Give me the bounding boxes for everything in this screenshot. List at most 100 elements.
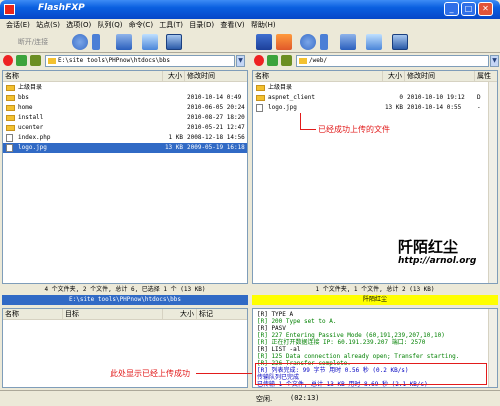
column-name[interactable]: 名称 bbox=[253, 71, 383, 81]
brand-url: http://arnol.org bbox=[398, 256, 477, 266]
close-button[interactable]: ✕ bbox=[478, 2, 493, 16]
remote-favorites-heart-icon[interactable] bbox=[254, 55, 264, 66]
up-directory-row[interactable]: 上级目录 bbox=[3, 83, 247, 93]
file-row[interactable]: bbs 2010-10-14 0:49 bbox=[3, 93, 247, 103]
column-modified[interactable]: 修改时间 bbox=[405, 71, 475, 81]
file-row[interactable]: home 2010-06-05 20:24 bbox=[3, 103, 247, 113]
file-name: home bbox=[18, 104, 33, 111]
maximize-button[interactable]: □ bbox=[461, 2, 476, 16]
remote-monitor-icon[interactable] bbox=[392, 34, 408, 50]
favorites-heart-icon[interactable] bbox=[3, 55, 13, 66]
file-row[interactable]: index.php 1 KB 2008-12-18 14:56 bbox=[3, 133, 247, 143]
file-date: 2009-05-19 16:18 bbox=[187, 144, 245, 151]
local-path-status: E:\site tools\PHPnow\htdocs\bbs bbox=[2, 295, 248, 305]
brand-watermark: 阡陌红尘 bbox=[398, 238, 459, 256]
status-bar: 空闲. (02:13) bbox=[0, 390, 500, 406]
remote-up-directory-row[interactable]: 上级目录 bbox=[253, 83, 497, 93]
remote-site-name: 阡陌红尘 bbox=[252, 295, 498, 305]
window-title: FlashFXP bbox=[38, 3, 85, 13]
monitor-icon[interactable] bbox=[166, 34, 182, 50]
column-attributes[interactable]: 属性 bbox=[475, 71, 497, 81]
uploaded-annotation: 已经成功上传的文件 bbox=[318, 125, 390, 134]
file-row[interactable]: logo.jpg 13 KB 2009-05-19 16:18 bbox=[3, 143, 247, 153]
column-size[interactable]: 大小 bbox=[383, 71, 405, 81]
minimize-button[interactable]: _ bbox=[444, 2, 459, 16]
menu-help[interactable]: 帮助(H) bbox=[249, 19, 278, 31]
app-icon bbox=[4, 4, 15, 15]
folder-icon bbox=[6, 105, 15, 111]
log-panel: [R] TYPE A [R] 200 Type set to A. [R] PASV… bbox=[252, 308, 498, 388]
menu-tools[interactable]: 工具(T) bbox=[157, 19, 185, 31]
menu-view[interactable]: 查看(V) bbox=[218, 19, 246, 31]
column-modified[interactable]: 修改时间 bbox=[185, 71, 247, 81]
file-row[interactable]: install 2010-08-27 18:20 bbox=[3, 113, 247, 123]
queue-column-target[interactable]: 目标 bbox=[63, 309, 163, 319]
menu-commands[interactable]: 命令(C) bbox=[127, 19, 155, 31]
compare-icon[interactable] bbox=[366, 34, 382, 50]
menu-queue[interactable]: 队列(Q) bbox=[95, 19, 124, 31]
queue-column-flag[interactable]: 标记 bbox=[197, 309, 247, 319]
queue-column-name[interactable]: 名称 bbox=[3, 309, 63, 319]
disconnect-icon[interactable] bbox=[72, 34, 88, 50]
annotation-arrow bbox=[196, 373, 252, 374]
log-line: [R] 227 Entering Passive Mode (60,191,23… bbox=[257, 332, 445, 339]
file-icon bbox=[6, 144, 13, 152]
local-status: 4 个文件夹, 2 个文件, 总计 6, 已选择 1 个 (13 KB) bbox=[2, 285, 248, 295]
menu-options[interactable]: 选项(O) bbox=[64, 19, 93, 31]
right-path-dropdown[interactable]: ▼ bbox=[490, 55, 499, 67]
status-idle: 空闲. bbox=[256, 395, 273, 403]
refresh-remote-icon[interactable] bbox=[320, 34, 328, 50]
queue-column-size[interactable]: 大小 bbox=[163, 309, 197, 319]
column-size[interactable]: 大小 bbox=[163, 71, 185, 81]
connect-button[interactable]: 断开/连接 bbox=[10, 35, 56, 49]
file-name: aspnet_client bbox=[268, 94, 315, 101]
quick-connect-icon[interactable] bbox=[276, 34, 292, 50]
sync-icon[interactable] bbox=[142, 34, 158, 50]
file-date: 2010-06-05 20:24 bbox=[187, 104, 245, 111]
log-line: [R] 200 Type set to A. bbox=[257, 318, 337, 325]
log-scrollbar[interactable] bbox=[488, 309, 497, 387]
up-folder-icon bbox=[6, 85, 15, 91]
remote-scrollbar[interactable] bbox=[488, 82, 497, 283]
abort-icon[interactable] bbox=[300, 34, 316, 50]
remote-parent-dir-icon[interactable] bbox=[267, 55, 278, 66]
refresh-icon[interactable] bbox=[92, 34, 100, 50]
file-size: 13 KB bbox=[164, 144, 183, 151]
file-row[interactable]: aspnet_client 0 2010-10-10 19:12 D bbox=[253, 93, 497, 103]
log-annotation: 此处显示已经上传成功 bbox=[110, 369, 190, 378]
remote-status: 1 个文件夹, 1 个文件, 总计 2 (13 KB) bbox=[252, 285, 498, 295]
file-size: 13 KB bbox=[384, 104, 403, 111]
file-name: bbs bbox=[18, 94, 29, 101]
status-timer: (02:13) bbox=[290, 394, 320, 402]
file-date: 2008-12-18 14:56 bbox=[187, 134, 245, 141]
queue-header: 名称 目标 大小 标记 bbox=[3, 309, 247, 320]
right-path-input[interactable]: /web/ bbox=[296, 55, 489, 67]
remote-list-header: 名称 大小 修改时间 属性 bbox=[253, 71, 497, 82]
log-line: [R] PASV bbox=[257, 325, 286, 332]
title-bar: FlashFXP _ □ ✕ bbox=[0, 0, 500, 19]
toolbar: 断开/连接 bbox=[0, 31, 500, 53]
folder-icon bbox=[48, 58, 56, 64]
log-line: [R] 125 Data connection already open; Tr… bbox=[257, 353, 460, 360]
parent-dir-icon[interactable] bbox=[16, 55, 27, 66]
transfer-remote-icon[interactable] bbox=[340, 34, 356, 50]
folder-icon bbox=[6, 95, 15, 101]
file-attr: D bbox=[477, 94, 481, 101]
refresh-local-icon[interactable] bbox=[30, 55, 41, 66]
column-name[interactable]: 名称 bbox=[3, 71, 163, 81]
log-highlight-box bbox=[255, 363, 487, 385]
file-row[interactable]: logo.jpg 13 KB 2010-10-14 0:55 - bbox=[253, 103, 497, 113]
remote-file-list: 名称 大小 修改时间 属性 上级目录 aspnet_client 0 2010-10… bbox=[252, 70, 498, 284]
left-path-dropdown[interactable]: ▼ bbox=[236, 55, 245, 67]
menu-sites[interactable]: 站点(S) bbox=[34, 19, 62, 31]
site-manager-icon[interactable] bbox=[256, 34, 272, 50]
file-name: logo.jpg bbox=[18, 144, 47, 151]
transfer-icon[interactable] bbox=[116, 34, 132, 50]
file-name: ucenter bbox=[18, 124, 44, 131]
file-row[interactable]: ucenter 2010-05-21 12:47 bbox=[3, 123, 247, 133]
menu-session[interactable]: 会话(E) bbox=[4, 19, 32, 31]
left-path-input[interactable]: E:\site tools\PHPnow\htdocs\bbs bbox=[45, 55, 235, 67]
refresh-remote-dir-icon[interactable] bbox=[281, 55, 292, 66]
menu-directory[interactable]: 目录(D) bbox=[187, 19, 216, 31]
folder-icon bbox=[6, 115, 15, 121]
